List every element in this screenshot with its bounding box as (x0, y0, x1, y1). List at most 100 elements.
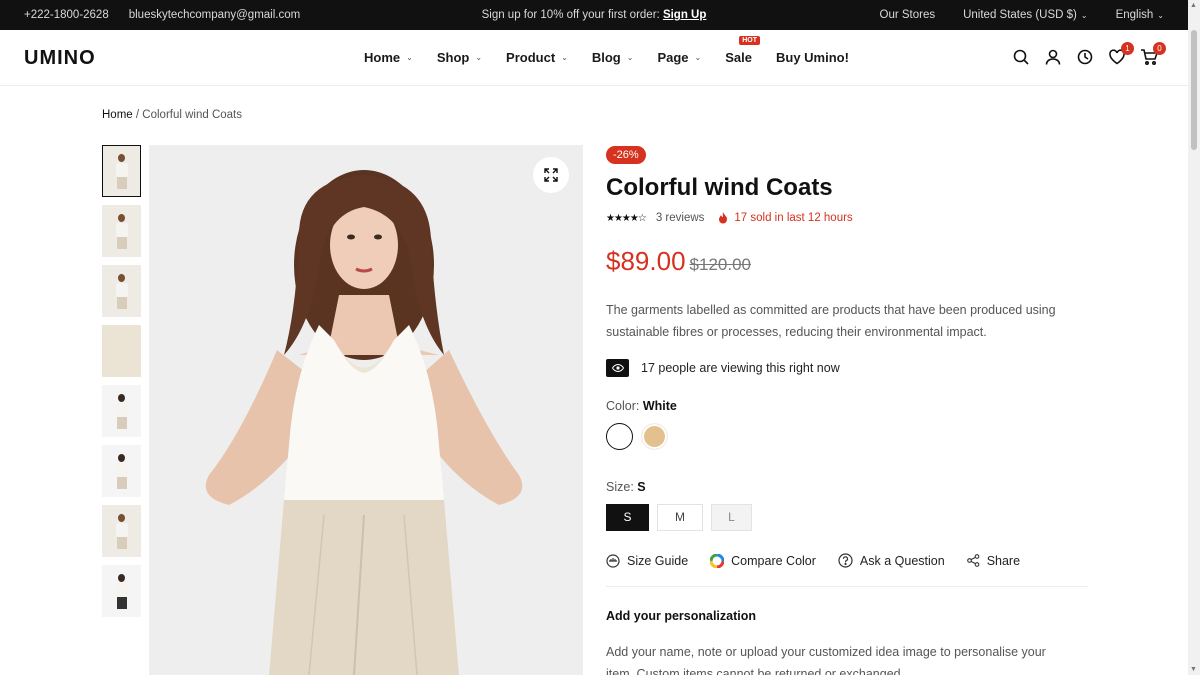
scroll-down-icon[interactable]: ▼ (1190, 666, 1197, 673)
main-product-image[interactable] (149, 145, 583, 675)
product-description: The garments labelled as committed are p… (606, 303, 1056, 339)
page-scrollbar[interactable]: ▲ ▼ (1188, 0, 1200, 675)
color-swatch-beige[interactable] (641, 423, 668, 450)
viewing-text: 17 people are viewing this right now (641, 361, 840, 375)
nav-label: Product (506, 50, 556, 65)
cart-count-badge: 0 (1153, 42, 1166, 55)
thumbnail[interactable] (102, 445, 141, 497)
compare-color-button[interactable]: Compare Color (710, 553, 816, 568)
thumbnail[interactable] (102, 325, 141, 377)
size-options: S M L (606, 504, 1088, 531)
language-selector[interactable]: English ⌄ (1116, 9, 1164, 21)
expand-image-button[interactable] (533, 157, 569, 193)
selected-color: White (642, 399, 677, 413)
nav-item-sale[interactable]: Sale HOT (725, 36, 761, 65)
product-info: -26% Colorful wind Coats ★★★★☆ 3 reviews… (606, 145, 1088, 675)
model-photo (205, 170, 523, 675)
price-block: $89.00 $120.00 (606, 246, 1088, 277)
ask-question-label: Ask a Question (859, 553, 945, 568)
site-header: UMINO Home ⌄ Shop ⌄ Product ⌄ Blog ⌄ Page ⌄ S… (0, 30, 1188, 86)
wishlist-count-badge: 1 (1121, 42, 1134, 55)
nav-item-blog[interactable]: Blog ⌄ (592, 50, 634, 65)
ask-question-button[interactable]: Ask a Question (838, 553, 945, 568)
breadcrumb-current: Colorful wind Coats (142, 109, 243, 121)
user-icon[interactable] (1044, 48, 1062, 66)
clock-icon[interactable] (1076, 48, 1094, 66)
nav-label: Buy Umino! (775, 50, 849, 65)
product-thumbnails (102, 145, 142, 625)
nav-item-buy-umino[interactable]: Buy Umino! (776, 50, 849, 65)
thumbnail[interactable] (102, 205, 141, 257)
chevron-down-icon: ⌄ (1080, 11, 1088, 20)
signup-link[interactable]: Sign Up (663, 9, 706, 21)
expand-icon (544, 168, 558, 182)
hot-badge: HOT (739, 36, 761, 45)
currency-selector[interactable]: United States (USD $) ⌄ (963, 9, 1087, 21)
size-option-m[interactable]: M (657, 504, 703, 531)
product-actions: Size Guide Compare Color Ask a Question … (606, 553, 1088, 587)
heart-icon[interactable]: 1 (1108, 42, 1134, 66)
thumbnail[interactable] (102, 385, 141, 437)
color-swatch-white[interactable] (606, 423, 633, 450)
chevron-down-icon: ⌄ (475, 53, 483, 62)
our-stores-link[interactable]: Our Stores (880, 9, 936, 21)
fire-icon (719, 212, 728, 224)
product-title: Colorful wind Coats (606, 174, 833, 201)
chevron-down-icon: ⌄ (1157, 11, 1164, 20)
breadcrumb-home[interactable]: Home (102, 109, 133, 121)
product-meta: ★★★★☆ 3 reviews 17 sold in last 12 hours (606, 212, 1088, 224)
language-label: English (1115, 9, 1154, 21)
size-guide-button[interactable]: Size Guide (606, 553, 688, 568)
nav-label: Home (364, 50, 401, 65)
sold-indicator: 17 sold in last 12 hours (718, 212, 853, 224)
share-icon (966, 554, 980, 567)
logo[interactable]: UMINO (24, 47, 96, 70)
scroll-up-icon[interactable]: ▲ (1190, 2, 1197, 9)
nav-label: Blog (591, 50, 621, 65)
nav-item-page[interactable]: Page ⌄ (657, 50, 701, 65)
chevron-down-icon: ⌄ (626, 53, 634, 62)
color-wheel-icon (710, 553, 725, 568)
color-label-text: Color: (606, 399, 640, 413)
promo-text: Sign up for 10% off your first order: (481, 9, 660, 21)
personalization-title: Add your personalization (606, 609, 757, 623)
star-rating[interactable]: ★★★★☆ (606, 213, 647, 224)
color-label: Color: White (606, 399, 1088, 413)
compare-color-label: Compare Color (731, 553, 816, 568)
nav-item-shop[interactable]: Shop ⌄ (437, 50, 482, 65)
cart-icon[interactable]: 0 (1140, 42, 1166, 66)
chevron-down-icon: ⌄ (406, 53, 413, 62)
currency-label: United States (USD $) (963, 9, 1077, 21)
size-label-text: Size: (606, 480, 634, 494)
color-swatches (606, 423, 1088, 450)
thumbnail[interactable] (102, 145, 141, 197)
thumbnail[interactable] (102, 265, 141, 317)
thumbnail[interactable] (102, 565, 141, 617)
search-icon[interactable] (1012, 48, 1030, 66)
scrollbar-thumb[interactable] (1191, 30, 1197, 150)
eye-icon (606, 359, 629, 377)
reviews-link[interactable]: 3 reviews (656, 212, 705, 224)
size-label: Size: S (606, 480, 1088, 494)
size-guide-label: Size Guide (627, 553, 689, 568)
original-price: $120.00 (689, 255, 751, 274)
nav-item-home[interactable]: Home ⌄ (364, 50, 413, 65)
chevron-down-icon: ⌄ (561, 53, 568, 62)
live-viewers: 17 people are viewing this right now (606, 359, 1088, 377)
announcement-bar: +222-1800-2628 blueskytechcompany@gmail.… (0, 0, 1188, 30)
current-price: $89.00 (606, 246, 686, 276)
chevron-down-icon: ⌄ (694, 53, 702, 62)
share-button[interactable]: Share (966, 553, 1021, 568)
breadcrumb-separator: / (135, 109, 140, 121)
nav-item-product[interactable]: Product ⌄ (506, 50, 568, 65)
thumbnail[interactable] (102, 505, 141, 557)
ruler-icon (606, 553, 620, 568)
size-option-s[interactable]: S (606, 504, 649, 531)
nav-label: Sale (725, 50, 752, 65)
selected-size: S (637, 480, 646, 494)
discount-badge: -26% (606, 146, 646, 164)
size-option-l[interactable]: L (711, 504, 752, 531)
sold-text: 17 sold in last 12 hours (734, 212, 853, 224)
share-label: Share (986, 553, 1021, 568)
main-nav: Home ⌄ Shop ⌄ Product ⌄ Blog ⌄ Page ⌄ Sale HOT… (364, 36, 873, 65)
